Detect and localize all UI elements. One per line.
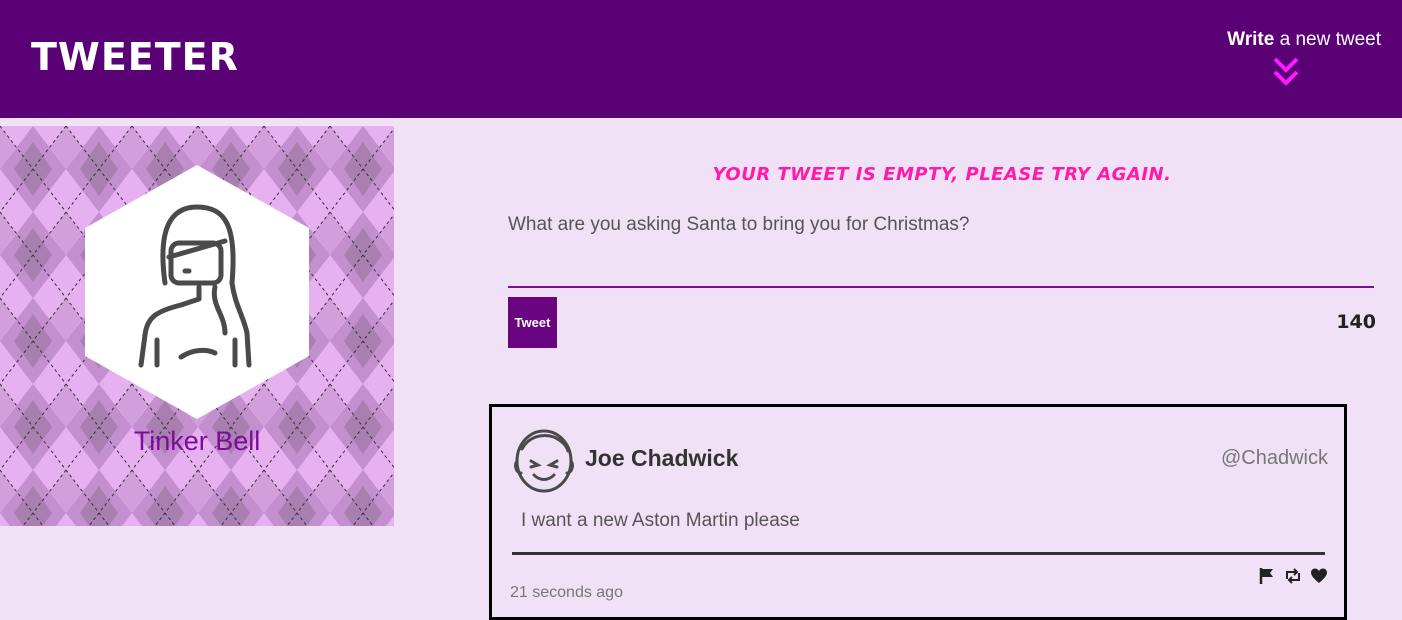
profile-panel: Tinker Bell xyxy=(0,126,394,526)
write-new-tweet-toggle[interactable]: Write a new tweet xyxy=(1211,29,1381,91)
character-counter: 140 xyxy=(1336,311,1376,333)
tweet-textarea-placeholder: What are you asking Santa to bring you f… xyxy=(508,214,970,235)
tweet-author-handle: @Chadwick xyxy=(1220,447,1328,469)
tweet-button[interactable]: Tweet xyxy=(508,297,557,348)
tweet-body: I want a new Aston Martin please xyxy=(521,510,800,531)
user-avatar-icon xyxy=(514,429,574,493)
brand-logo: TWEETER xyxy=(31,35,239,79)
flag-icon[interactable] xyxy=(1258,567,1276,585)
tweet-card: Joe Chadwick @Chadwick I want a new Asto… xyxy=(489,404,1347,620)
retweet-icon[interactable] xyxy=(1284,567,1302,585)
tweet-divider xyxy=(512,552,1325,555)
tweet-actions xyxy=(1258,567,1328,585)
heart-icon[interactable] xyxy=(1310,567,1328,585)
error-message: YOUR TWEET IS EMPTY, PLEASE TRY AGAIN. xyxy=(712,164,1172,185)
top-nav: TWEETER Write a new tweet xyxy=(0,0,1402,118)
write-new-tweet-label: Write a new tweet xyxy=(1227,29,1381,51)
write-label: Write xyxy=(1227,29,1275,50)
tweet-author-name: Joe Chadwick xyxy=(585,445,739,471)
profile-avatar xyxy=(85,165,309,419)
profile-name: Tinker Bell xyxy=(133,426,261,456)
tweet-timestamp: 21 seconds ago xyxy=(510,584,623,601)
new-tweet-label: a new tweet xyxy=(1274,29,1381,50)
double-chevron-down-icon xyxy=(1273,57,1299,86)
